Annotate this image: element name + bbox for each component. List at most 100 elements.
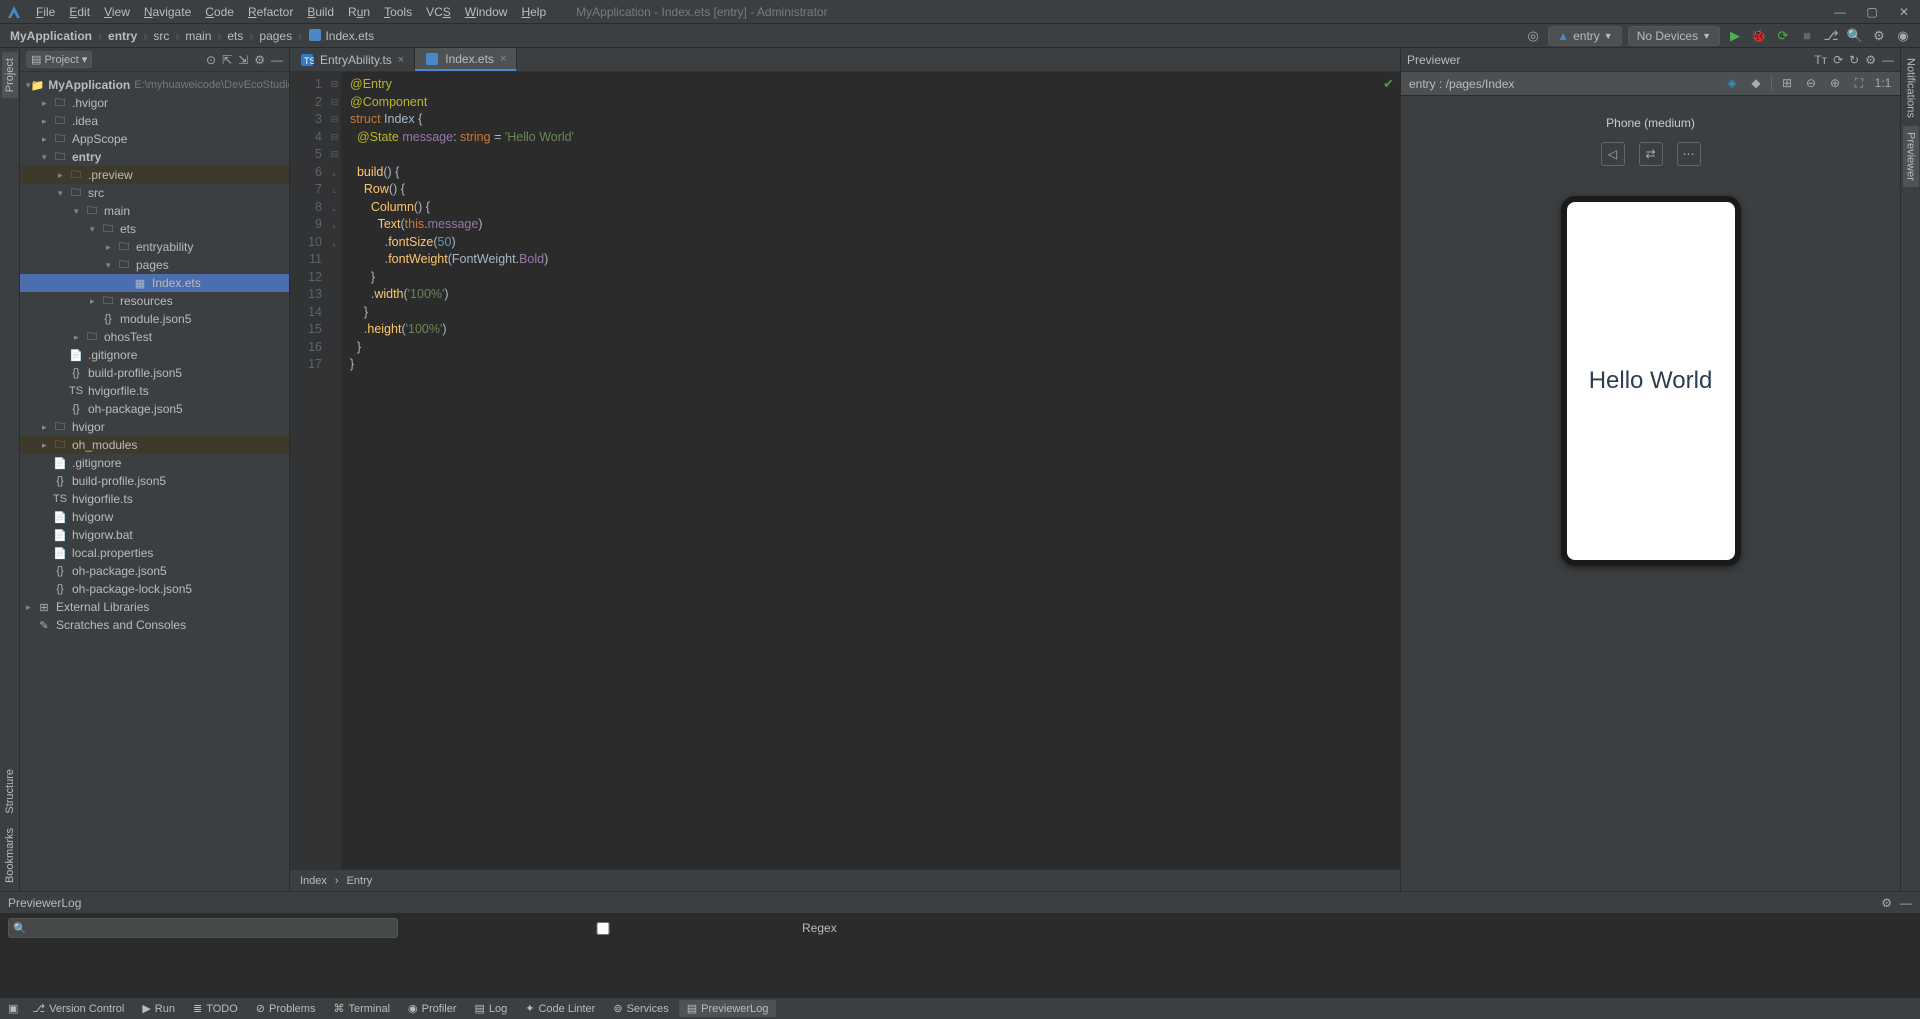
expand-all-icon[interactable]: ⇱ [222,53,232,67]
regex-checkbox-label[interactable]: Regex [408,921,837,935]
status-btn-problems[interactable]: ⊘Problems [248,1000,324,1017]
settings-icon[interactable]: ⚙ [1870,27,1888,45]
crumb-entry[interactable]: entry [106,29,139,43]
tree-row[interactable]: ▾📁MyApplicationE:\myhuaweicode\DevEcoStu… [20,76,289,94]
stop-button[interactable]: ■ [1798,27,1816,45]
fold-gutter[interactable]: ⊟⊟⊟⊟⊟⌞⌞⌞⌞⌞ [328,72,342,869]
menu-file[interactable]: File [30,3,61,21]
run-button[interactable]: ▶ [1726,27,1744,45]
tool-tab-structure[interactable]: Structure [2,763,18,820]
crumb-ets[interactable]: ets [225,29,245,43]
locate-icon[interactable]: ⊙ [206,53,216,67]
tool-tab-notifications[interactable]: Notifications [1903,52,1919,124]
status-btn-log[interactable]: ▤Log [466,1000,515,1017]
tree-row[interactable]: 📄.gitignore [20,454,289,472]
close-tab-icon[interactable]: × [398,54,404,66]
tool-tab-previewer[interactable]: Previewer [1903,126,1919,187]
menu-edit[interactable]: Edit [63,3,96,21]
tree-row[interactable]: 📄.gitignore [20,346,289,364]
menu-run[interactable]: Run [342,3,376,21]
menu-navigate[interactable]: Navigate [138,3,197,21]
code-content[interactable]: @Entry @Component struct Index { @State … [342,72,1400,869]
tree-row[interactable]: ▾🗀pages [20,256,289,274]
log-search-input[interactable] [8,918,398,938]
device-back-button[interactable]: ◁ [1601,142,1625,166]
tree-row[interactable]: ✎Scratches and Consoles [20,616,289,634]
target-icon[interactable]: ◎ [1524,27,1542,45]
tree-row[interactable]: ▸🗀AppScope [20,130,289,148]
phone-screen[interactable]: Hello World [1567,202,1735,560]
tree-row[interactable]: ▦Index.ets [20,274,289,292]
tree-row[interactable]: 📄local.properties [20,544,289,562]
device-rotate-button[interactable]: ⇄ [1639,142,1663,166]
tree-row[interactable]: ▾🗀main [20,202,289,220]
maximize-button[interactable]: ▢ [1862,5,1882,19]
tree-row[interactable]: {}build-profile.json5 [20,472,289,490]
tool-tab-project[interactable]: Project [2,52,18,98]
collapse-all-icon[interactable]: ⇲ [238,53,248,67]
zoom-in-icon[interactable]: ⊕ [1826,76,1844,91]
status-btn-run[interactable]: ▶Run [134,1000,183,1017]
device-more-button[interactable]: ⋯ [1677,142,1701,166]
menu-view[interactable]: View [98,3,136,21]
vcs-icon[interactable]: ⎇ [1822,27,1840,45]
debug-button[interactable]: 🐞 [1750,27,1768,45]
tree-row[interactable]: ▸🗀entryability [20,238,289,256]
tree-row[interactable]: ▾🗀ets [20,220,289,238]
tree-row[interactable]: ▸🗀hvigor [20,418,289,436]
status-btn-code-linter[interactable]: ✦Code Linter [517,1000,603,1017]
tree-row[interactable]: ▸🗀oh_modules [20,436,289,454]
regex-checkbox[interactable] [408,922,798,935]
menu-help[interactable]: Help [515,3,552,21]
log-content[interactable] [0,942,1920,997]
tree-row[interactable]: ▸🗀resources [20,292,289,310]
devices-combo[interactable]: No Devices ▼ [1628,26,1720,46]
code-crumb[interactable]: Index [300,875,327,887]
menu-code[interactable]: Code [199,3,240,21]
tree-row[interactable]: ▾🗀entry [20,148,289,166]
status-btn-terminal[interactable]: ⌘Terminal [325,1000,398,1017]
tool-tab-bookmarks[interactable]: Bookmarks [2,822,18,889]
status-btn-todo[interactable]: ≣TODO [185,1000,246,1017]
tree-row[interactable]: 📄hvigorw.bat [20,526,289,544]
ratio-icon[interactable]: 1:1 [1874,76,1892,91]
tree-row[interactable]: 📄hvigorw [20,508,289,526]
editor-inspection-icon[interactable]: ✔ [1383,76,1394,92]
profile-icon[interactable]: ◉ [1894,27,1912,45]
crumb-project[interactable]: MyApplication [8,29,94,43]
tree-row[interactable]: ▸🗀.preview [20,166,289,184]
minimize-button[interactable]: — [1830,5,1850,19]
close-button[interactable]: ✕ [1894,5,1914,19]
previewer-settings-icon[interactable]: ⚙ [1865,53,1876,67]
search-icon[interactable]: 🔍 [1846,27,1864,45]
fit-icon[interactable]: ⛶ [1850,76,1868,91]
tree-row[interactable]: ▸🗀.hvigor [20,94,289,112]
panel-settings-icon[interactable]: ⚙ [1881,896,1892,910]
tree-row[interactable]: ▸🗀.idea [20,112,289,130]
menu-vcs[interactable]: VCS [420,3,457,21]
tree-row[interactable]: {}module.json5 [20,310,289,328]
tab-entryability[interactable]: TS EntryAbility.ts× [290,48,415,71]
status-btn-previewerlog[interactable]: ▤PreviewerLog [679,1000,777,1017]
project-view-combo[interactable]: ▤ Project ▾ [26,51,92,68]
tree-row[interactable]: ▸⊞External Libraries [20,598,289,616]
zoom-out-icon[interactable]: ⊖ [1802,76,1820,91]
coverage-button[interactable]: ⟳ [1774,27,1792,45]
layers-icon[interactable]: ◆ [1747,76,1765,91]
previewer-font-icon[interactable]: Tт [1814,53,1827,67]
previewer-rotate-icon[interactable]: ↻ [1849,53,1859,67]
hide-panel-icon[interactable]: — [271,53,283,67]
menu-tools[interactable]: Tools [378,3,418,21]
panel-hide-icon[interactable]: — [1900,896,1912,910]
status-btn-profiler[interactable]: ◉Profiler [400,1000,464,1017]
run-config-combo[interactable]: ▲ entry ▼ [1548,26,1622,46]
menu-build[interactable]: Build [301,3,340,21]
code-crumb[interactable]: Entry [347,875,373,887]
crumb-file[interactable]: Index.ets [306,28,376,43]
previewer-hide-icon[interactable]: — [1882,53,1894,67]
tree-row[interactable]: TShvigorfile.ts [20,490,289,508]
inspect-icon[interactable]: ◈ [1723,76,1741,91]
editor-body[interactable]: 1234567891011121314151617 ⊟⊟⊟⊟⊟⌞⌞⌞⌞⌞ @En… [290,72,1400,869]
previewer-refresh-icon[interactable]: ⟳ [1833,53,1843,67]
tree-row[interactable]: {}build-profile.json5 [20,364,289,382]
